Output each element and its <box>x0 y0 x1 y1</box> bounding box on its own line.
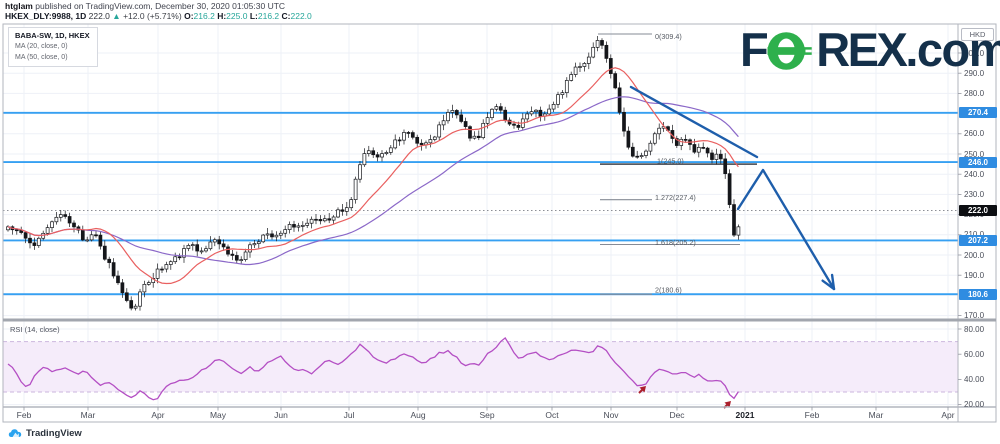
time-tick-label[interactable]: Dec <box>660 410 694 420</box>
level-price-badge: 180.6 <box>959 289 997 300</box>
candlesticks <box>7 36 740 311</box>
tradingview-logo[interactable]: TradingView <box>8 427 82 439</box>
rsi-legend[interactable]: RSI (14, close) <box>10 325 60 334</box>
time-tick-label[interactable]: Feb <box>795 410 829 420</box>
close-value: 222.0 <box>291 11 312 21</box>
tradingview-logo-text: TradingView <box>26 428 82 439</box>
rsi-band <box>3 342 958 392</box>
tradingview-published-chart: 0(309.4) 1(245.0) 1.272(227.4) 1.618(205.2)… <box>0 0 1000 444</box>
time-tick-label[interactable]: Apr <box>931 410 965 420</box>
price-tick-label[interactable]: 280.0 <box>964 89 984 98</box>
forex-logo-f: F <box>740 24 766 76</box>
svg-text:1.618(205.2): 1.618(205.2) <box>655 238 696 247</box>
price-level-lines[interactable] <box>3 113 958 294</box>
time-tick-label[interactable]: Mar <box>859 410 893 420</box>
trend-lines[interactable] <box>631 87 834 289</box>
level-price-badge: 207.2 <box>959 235 997 246</box>
low-label: L: <box>250 11 258 21</box>
ma50-line[interactable] <box>8 97 738 265</box>
rsi-tick-label[interactable]: 40.00 <box>964 375 984 384</box>
ma20-line[interactable] <box>8 68 738 284</box>
close-label: C: <box>282 11 291 21</box>
last-price-value: 222.0 <box>89 11 110 21</box>
low-value: 216.2 <box>258 11 279 21</box>
time-tick-label[interactable]: Jun <box>264 410 298 420</box>
svg-text:1(245.0): 1(245.0) <box>657 157 684 166</box>
price-tick-label[interactable]: 260.0 <box>964 129 984 138</box>
svg-text:1.272(227.4): 1.272(227.4) <box>655 193 696 202</box>
level-price-badge: 246.0 <box>959 157 997 168</box>
rsi-tick-label[interactable]: 60.00 <box>964 350 984 359</box>
forex-logo-o-icon <box>767 27 817 75</box>
forex-logo-rex: REX <box>816 24 905 76</box>
svg-text:0(309.4): 0(309.4) <box>655 32 682 41</box>
time-tick-label[interactable]: Feb <box>7 410 41 420</box>
price-tick-label[interactable]: 240.0 <box>964 170 984 179</box>
up-triangle-icon: ▲ <box>112 11 120 21</box>
open-label: O: <box>184 11 193 21</box>
price-change: +12.0 (+5.71%) <box>123 11 182 21</box>
high-value: 225.0 <box>226 11 247 21</box>
price-tick-label[interactable]: 230.0 <box>964 190 984 199</box>
legend-ma20[interactable]: MA (20, close, 0) <box>15 41 90 52</box>
open-value: 216.2 <box>194 11 215 21</box>
forex-com-watermark: F REX .com <box>740 24 1000 76</box>
price-tick-label[interactable]: 190.0 <box>964 271 984 280</box>
rsi-tick-label[interactable]: 80.00 <box>964 325 984 334</box>
rsi-tick-label[interactable]: 20.00 <box>964 400 984 409</box>
level-price-badge: 270.4 <box>959 107 997 118</box>
time-tick-label[interactable]: Jul <box>332 410 366 420</box>
symbol-ohlc-bar: HKEX_DLY:9988, 1D 222.0 ▲ +12.0 (+5.71%)… <box>5 11 312 21</box>
price-tick-label[interactable]: 200.0 <box>964 251 984 260</box>
publish-info-text: published on TradingView.com, December 3… <box>33 1 285 11</box>
chart-legend[interactable]: BABA-SW, 1D, HKEX MA (20, close, 0) MA (… <box>8 27 98 67</box>
symbol-name: HKEX_DLY:9988, 1D <box>5 11 86 21</box>
price-tick-label[interactable]: 170.0 <box>964 311 984 320</box>
time-tick-label[interactable]: Aug <box>401 410 435 420</box>
forex-logo-com: .com <box>905 24 1000 76</box>
svg-text:2(180.6): 2(180.6) <box>655 286 682 295</box>
time-tick-label[interactable]: 2021 <box>728 410 762 420</box>
time-tick-label[interactable]: Apr <box>141 410 175 420</box>
time-tick-label[interactable]: Nov <box>594 410 628 420</box>
time-tick-label[interactable]: Mar <box>71 410 105 420</box>
cloud-icon <box>8 427 22 439</box>
time-tick-label[interactable]: Sep <box>470 410 504 420</box>
publish-info: htglam published on TradingView.com, Dec… <box>5 1 285 11</box>
high-label: H: <box>217 11 226 21</box>
legend-symbol-title[interactable]: BABA-SW, 1D, HKEX <box>15 30 90 41</box>
legend-ma50[interactable]: MA (50, close, 0) <box>15 52 90 63</box>
last-price-badge: 222.0 <box>959 205 997 216</box>
time-tick-label[interactable]: May <box>201 410 235 420</box>
publisher-name: htglam <box>5 1 33 11</box>
time-tick-label[interactable]: Oct <box>535 410 569 420</box>
